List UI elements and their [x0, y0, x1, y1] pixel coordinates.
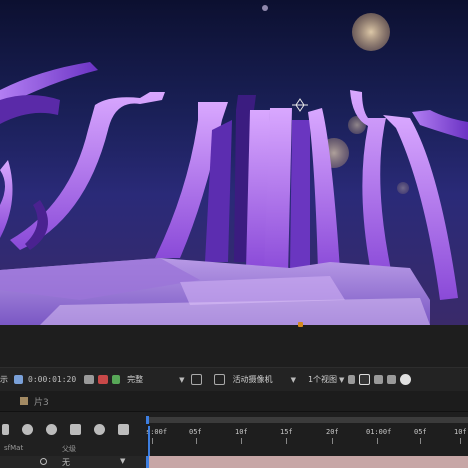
tick-label: 10f: [235, 428, 248, 436]
layer-row[interactable]: 无 ▼: [0, 456, 146, 468]
layer-duration-bar[interactable]: [146, 456, 468, 468]
ruler-tick: [377, 438, 378, 444]
column-source-name[interactable]: sfMat: [4, 444, 23, 452]
ruler-tick: [286, 438, 287, 444]
chevron-down-icon[interactable]: ▼: [120, 457, 125, 465]
timeline-switches: [0, 420, 146, 438]
chevron-down-icon[interactable]: ▼: [179, 376, 184, 384]
ruler-tick: [241, 438, 242, 444]
current-time-indicator[interactable]: [148, 426, 150, 456]
ruler-tick: [152, 438, 153, 444]
current-time-display[interactable]: 0:00:01:20: [28, 375, 76, 384]
viewer-render: [0, 5, 468, 325]
shy-icon[interactable]: [46, 423, 57, 435]
grid-icon[interactable]: [213, 374, 225, 385]
frame-blend-icon[interactable]: [70, 423, 81, 435]
composition-tab-bar: 片3: [0, 391, 468, 412]
reset-exposure-icon[interactable]: [400, 374, 412, 385]
region-of-interest-icon[interactable]: [190, 374, 202, 385]
camera-dropdown[interactable]: 活动摄像机: [233, 374, 273, 385]
composition-viewer[interactable]: [0, 0, 468, 325]
tick-label: 05f: [189, 428, 202, 436]
comp-mini-flowchart-icon[interactable]: [22, 423, 33, 435]
column-parent[interactable]: 父级: [62, 444, 76, 454]
pick-whip-icon[interactable]: [40, 458, 47, 465]
work-area-start-handle[interactable]: [146, 416, 149, 424]
tab-composition[interactable]: 片3: [34, 395, 49, 408]
fast-preview-icon[interactable]: [359, 374, 371, 385]
toolbar-left-label: 示: [0, 375, 8, 384]
parent-value[interactable]: 无: [62, 457, 70, 468]
snapshot-icon[interactable]: [387, 375, 397, 384]
camera-icon[interactable]: [84, 375, 95, 384]
ruler-tick: [460, 438, 461, 444]
timecode-icon[interactable]: [14, 375, 23, 384]
playhead-marker: [298, 322, 303, 327]
tick-label: 10f: [454, 428, 467, 436]
show-channel-icon[interactable]: [112, 375, 121, 384]
graph-editor-icon[interactable]: [118, 423, 129, 435]
tick-label: 01:00f: [366, 428, 392, 436]
view-layout-dropdown[interactable]: 1个视图: [308, 374, 337, 385]
tick-label: 15f: [280, 428, 293, 436]
color-channel-icon[interactable]: [98, 375, 109, 384]
timeline-column-headers: sfMat 父级: [0, 444, 146, 456]
viewer-toolbar: 示 0:00:01:20 完整 ▼ 活动摄像机 ▼ 1个视图 ▼: [0, 367, 468, 392]
resolution-dropdown[interactable]: 完整: [127, 374, 143, 385]
current-time-icon[interactable]: [2, 423, 9, 435]
chevron-down-icon[interactable]: ▼: [339, 376, 344, 384]
ruler-tick: [420, 438, 421, 444]
viewer-gap: [0, 325, 468, 367]
chevron-down-icon[interactable]: ▼: [291, 376, 296, 384]
work-area-bar[interactable]: [146, 417, 468, 423]
motion-blur-icon[interactable]: [94, 423, 105, 435]
layout-icon[interactable]: [374, 375, 384, 384]
current-time-indicator-line[interactable]: [146, 456, 149, 468]
tick-label: 05f: [414, 428, 427, 436]
label-color-swatch: [20, 397, 28, 405]
ruler-tick: [332, 438, 333, 444]
tick-label: 20f: [326, 428, 339, 436]
time-ruler[interactable]: s:00f 05f 10f 15f 20f 01:00f 05f 10f: [146, 412, 468, 456]
timeline-layer-header: sfMat 父级: [0, 412, 146, 456]
ruler-tick: [196, 438, 197, 444]
3d-view-icon[interactable]: [348, 375, 356, 384]
